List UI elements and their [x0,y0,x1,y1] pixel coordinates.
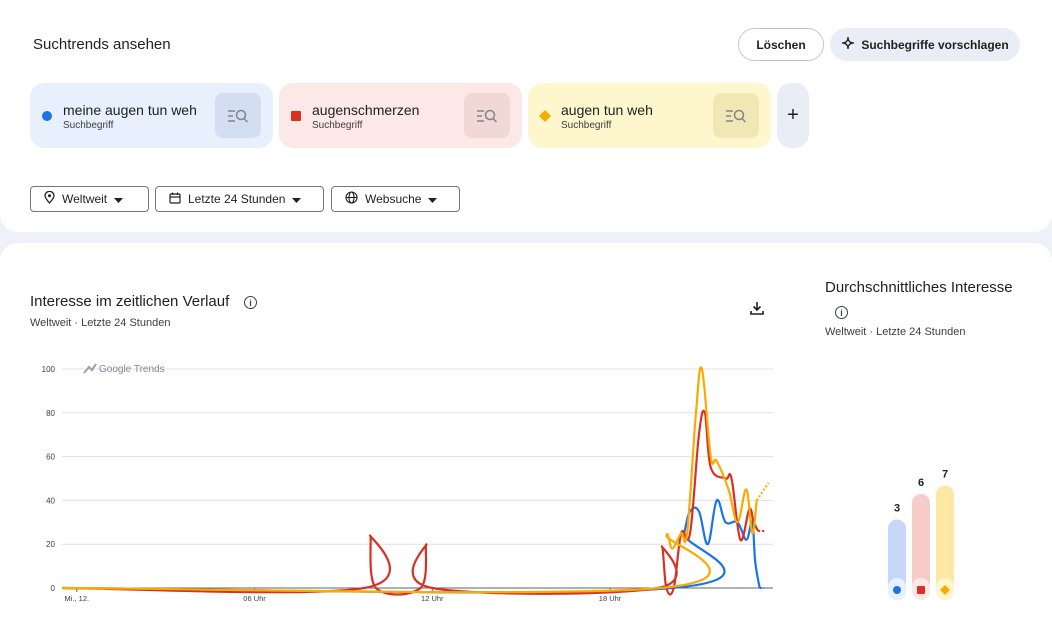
y-tick-label: 20 [46,540,55,549]
search-term-type: Suchbegriff [63,120,114,131]
series-line-augen-tun-weh[interactable] [61,366,758,594]
search-list-icon[interactable] [464,93,510,138]
x-tick-label: 12 Uhr [421,594,444,603]
red-square-marker-icon [291,111,301,121]
info-icon[interactable]: i [835,306,848,319]
search-panel: Suchtrends ansehen Löschen Suchbegriffe … [0,0,1052,232]
search-term-2[interactable]: augenschmerzen Suchbegriff [279,83,522,148]
info-icon[interactable]: i [244,296,257,309]
search-term-name: meine augen tun weh [63,102,197,118]
avg-interest-title: Durchschnittliches Interesse [825,279,1013,296]
add-term-button[interactable]: + [777,83,809,148]
download-icon[interactable] [749,300,765,321]
region-filter[interactable]: Weltweit [30,186,149,212]
avg-interest-subtitle: Weltweit · Letzte 24 Stunden [825,326,966,338]
clear-button[interactable]: Löschen [738,28,824,61]
average-interest-chart: 3 6 7 [888,469,954,600]
series-line-augenschmerzen[interactable] [61,409,760,596]
blue-circle-marker-icon [893,586,901,594]
region-filter-label: Weltweit [62,192,108,206]
dropdown-arrow-icon [292,192,302,206]
yellow-diamond-marker-icon [538,109,552,123]
globe-icon [345,191,358,207]
location-icon [44,190,55,207]
y-tick-label: 0 [51,584,56,593]
avg-value-label: 6 [918,477,924,489]
y-tick-label: 100 [42,365,56,374]
avg-value-label: 3 [894,503,900,515]
watermark-text: Google Trends [99,364,165,375]
search-term-1[interactable]: meine augen tun weh Suchbegriff [30,83,273,148]
partial-data-segment [755,482,770,501]
y-tick-label: 40 [46,496,55,505]
search-term-3[interactable]: augen tun weh Suchbegriff [528,83,771,148]
chart-title: Interesse im zeitlichen Verlauf [30,293,230,310]
y-tick-label: 60 [46,453,55,462]
search-type-label: Websuche [365,192,422,206]
interest-over-time-chart: 020406080100 Mi., 12. 06 Uhr 12 Uhr 18 Uhr … [42,363,773,603]
search-list-icon[interactable] [215,93,261,138]
y-tick-label: 80 [46,409,55,418]
search-list-icon[interactable] [713,93,759,138]
x-tick-label: 06 Uhr [243,594,266,603]
search-term-type: Suchbegriff [312,120,363,131]
series-line-meine-augen-tun-weh[interactable] [61,498,761,594]
dropdown-arrow-icon [114,192,124,206]
search-term-name: augenschmerzen [312,102,420,118]
blue-circle-marker-icon [42,111,52,121]
search-type-filter[interactable]: Websuche [331,186,460,212]
avg-value-label: 7 [942,469,948,481]
calendar-icon [169,192,181,207]
suggest-terms-label: Suchbegriffe vorschlagen [861,37,1009,52]
time-filter-label: Letzte 24 Stunden [188,192,286,206]
red-square-marker-icon [917,586,925,594]
search-term-type: Suchbegriff [561,120,612,131]
plus-icon: + [787,104,799,126]
x-tick-label: Mi., 12. [65,594,90,603]
time-filter[interactable]: Letzte 24 Stunden [155,186,324,212]
suggest-terms-button[interactable]: Suchbegriffe vorschlagen [830,28,1020,61]
page-title: Suchtrends ansehen [33,36,171,53]
search-term-name: augen tun weh [561,102,653,118]
dropdown-arrow-icon [428,192,438,206]
x-tick-label: 18 Uhr [599,594,622,603]
chart-subtitle: Weltweit · Letzte 24 Stunden [30,317,171,329]
sparkle-icon [841,36,855,53]
